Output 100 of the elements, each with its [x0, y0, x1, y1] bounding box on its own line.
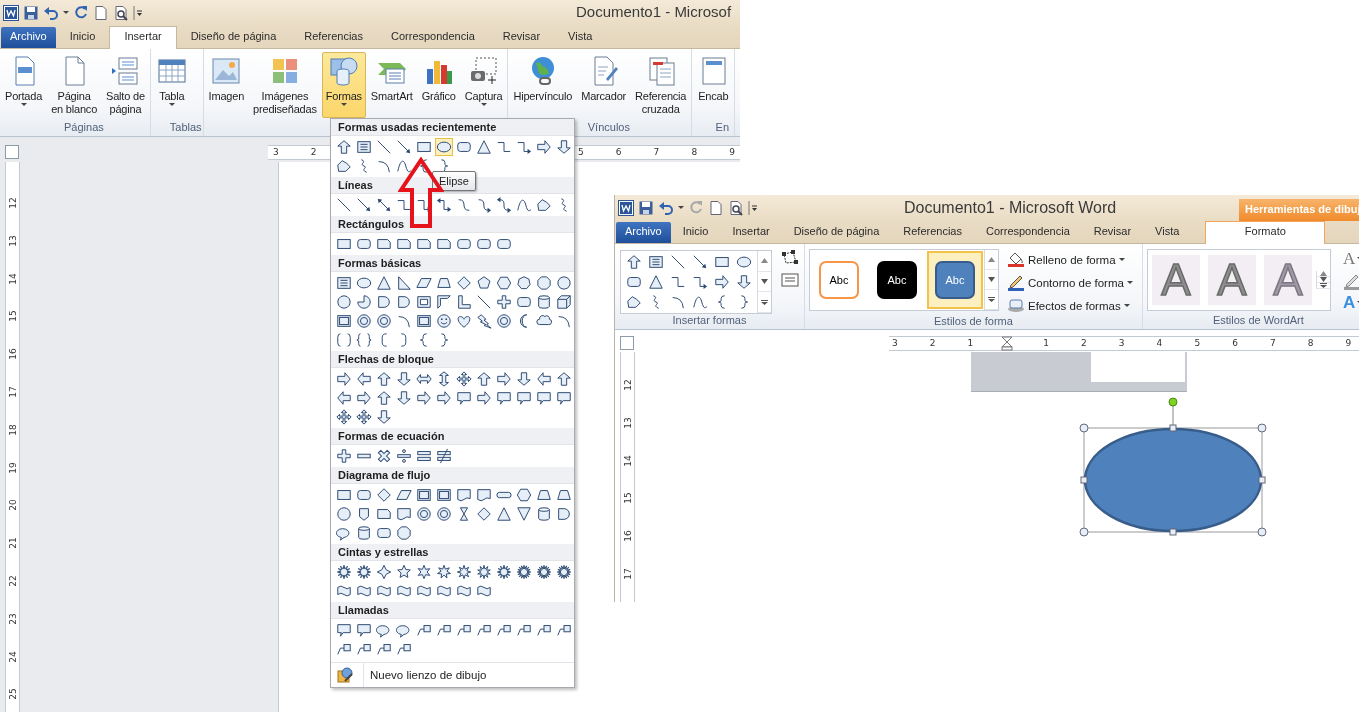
callout-rect-icon[interactable] — [495, 389, 513, 407]
pentagon-icon[interactable] — [475, 274, 493, 292]
heptagon-icon[interactable] — [515, 274, 533, 292]
brace-pair-icon[interactable] — [355, 331, 373, 349]
star12-icon[interactable] — [495, 563, 513, 581]
new-drawing-canvas-item[interactable]: Nuevo lienzo de dibujo — [363, 663, 487, 687]
arrow-left-icon[interactable] — [355, 370, 373, 388]
new-document-icon[interactable] — [708, 200, 724, 216]
no-symbol-icon[interactable] — [375, 312, 393, 330]
line-double-arrow-icon[interactable] — [375, 196, 393, 214]
line-icon[interactable] — [475, 293, 493, 311]
ribbon-tab[interactable]: Formato — [1205, 221, 1326, 244]
ribbon-tab[interactable]: Inicio — [670, 222, 721, 243]
callout-icon[interactable] — [555, 389, 573, 407]
more-icon[interactable] — [761, 299, 768, 305]
decagon-icon[interactable] — [555, 274, 573, 292]
word-logo-icon[interactable] — [3, 5, 19, 21]
freeform-icon[interactable] — [335, 157, 353, 175]
arrow-up-icon[interactable] — [625, 253, 643, 271]
scroll-up-icon[interactable] — [988, 257, 995, 262]
star7-icon[interactable] — [435, 563, 453, 581]
scroll-down-icon[interactable] — [988, 277, 995, 282]
octagon-icon[interactable] — [535, 274, 553, 292]
ribbon-tab[interactable]: Revisar — [1081, 222, 1144, 243]
smartart-button[interactable]: SmartArt — [366, 52, 417, 118]
cylinder-icon[interactable] — [355, 524, 373, 542]
customize-menu-icon[interactable] — [748, 200, 758, 216]
arrow-up-icon[interactable] — [555, 370, 573, 388]
file-tab[interactable]: Archivo — [616, 222, 671, 243]
line-arrow-icon[interactable] — [395, 138, 413, 156]
selected-ellipse[interactable] — [1079, 397, 1267, 537]
or-icon[interactable] — [435, 505, 453, 523]
shape-style-option[interactable]: Abc — [877, 261, 917, 299]
ribbon-tab[interactable]: Diseño de página — [176, 27, 291, 48]
arrow-down-icon[interactable] — [515, 370, 533, 388]
arrow-left-icon[interactable] — [335, 389, 353, 407]
print-preview-icon[interactable] — [113, 5, 129, 21]
cube-icon[interactable] — [555, 293, 573, 311]
burst-icon[interactable] — [355, 563, 373, 581]
ribbon-tab[interactable]: Correspondencia — [974, 222, 1082, 243]
bracket-pair-icon[interactable] — [335, 331, 353, 349]
triangle-icon[interactable] — [475, 138, 493, 156]
ribbon-tab[interactable]: Inicio — [55, 27, 110, 48]
predefined-icon[interactable] — [335, 312, 353, 330]
ribbon-tab[interactable]: Insertar — [720, 222, 782, 243]
diamond-icon[interactable] — [455, 274, 473, 292]
arrow-quad-icon[interactable] — [335, 408, 353, 426]
line-arrow-icon[interactable] — [691, 253, 709, 271]
teardrop-icon[interactable] — [395, 293, 413, 311]
line-icon[interactable] — [335, 196, 353, 214]
table-button[interactable]: Tabla — [151, 52, 192, 118]
chord-icon[interactable] — [375, 293, 393, 311]
callout-icon[interactable] — [355, 621, 373, 639]
scroll-down-icon[interactable] — [1319, 277, 1327, 282]
arrow-left-icon[interactable] — [535, 370, 553, 388]
donut-icon[interactable] — [355, 312, 373, 330]
text-fill-button[interactable]: A — [1342, 249, 1359, 269]
shape-style-option[interactable]: Abc — [935, 261, 975, 299]
shape-format-button[interactable]: Relleno de forma — [1005, 250, 1135, 269]
redo-icon[interactable] — [73, 5, 89, 21]
arrow-up-icon[interactable] — [335, 138, 353, 156]
indent-marker-icon[interactable] — [1001, 336, 1013, 351]
circle-icon[interactable] — [335, 505, 353, 523]
document-icon[interactable] — [455, 486, 473, 504]
more-icon[interactable] — [988, 297, 995, 302]
star5-icon[interactable] — [395, 563, 413, 581]
merge-icon[interactable] — [515, 505, 533, 523]
callout-icon[interactable] — [455, 389, 473, 407]
arrow-quad-icon[interactable] — [355, 408, 373, 426]
tab-selector-icon[interactable] — [620, 336, 634, 350]
frame-icon[interactable] — [415, 293, 433, 311]
callout-rect-icon[interactable] — [335, 621, 353, 639]
shape-style-option[interactable]: Abc — [819, 261, 859, 299]
lightning-icon[interactable] — [475, 312, 493, 330]
pie-icon[interactable] — [355, 293, 373, 311]
edit-shape-icon[interactable] — [781, 250, 799, 266]
textbox-icon[interactable] — [355, 138, 373, 156]
star8-icon[interactable] — [455, 563, 473, 581]
save-icon[interactable] — [638, 200, 654, 216]
line-icon[interactable] — [669, 253, 687, 271]
picture-button[interactable]: Imagen — [204, 52, 249, 118]
print-preview-icon[interactable] — [728, 200, 744, 216]
save-icon[interactable] — [23, 5, 39, 21]
clip-art-button[interactable]: Imágenes prediseñadas — [249, 52, 321, 118]
word-logo-icon[interactable] — [618, 200, 634, 216]
internal-storage-icon[interactable] — [435, 486, 453, 504]
file-tab[interactable]: Archivo — [1, 27, 56, 48]
star16-icon[interactable] — [535, 563, 553, 581]
freeform-icon[interactable] — [625, 293, 643, 311]
multidocument-icon[interactable] — [475, 486, 493, 504]
cover-page-button[interactable]: Portada — [1, 52, 47, 118]
scroll-up-icon[interactable] — [1319, 271, 1327, 276]
document-icon[interactable] — [395, 505, 413, 523]
hyperlink-button[interactable]: Hipervínculo — [509, 52, 577, 118]
octagon-icon[interactable] — [395, 524, 413, 542]
arrow-up-icon[interactable] — [375, 389, 393, 407]
chart-button[interactable]: Gráfico — [417, 52, 460, 118]
ribbon-tab[interactable]: Vista — [1143, 222, 1192, 243]
predefined-icon[interactable] — [415, 486, 433, 504]
undo-icon[interactable] — [43, 5, 59, 21]
